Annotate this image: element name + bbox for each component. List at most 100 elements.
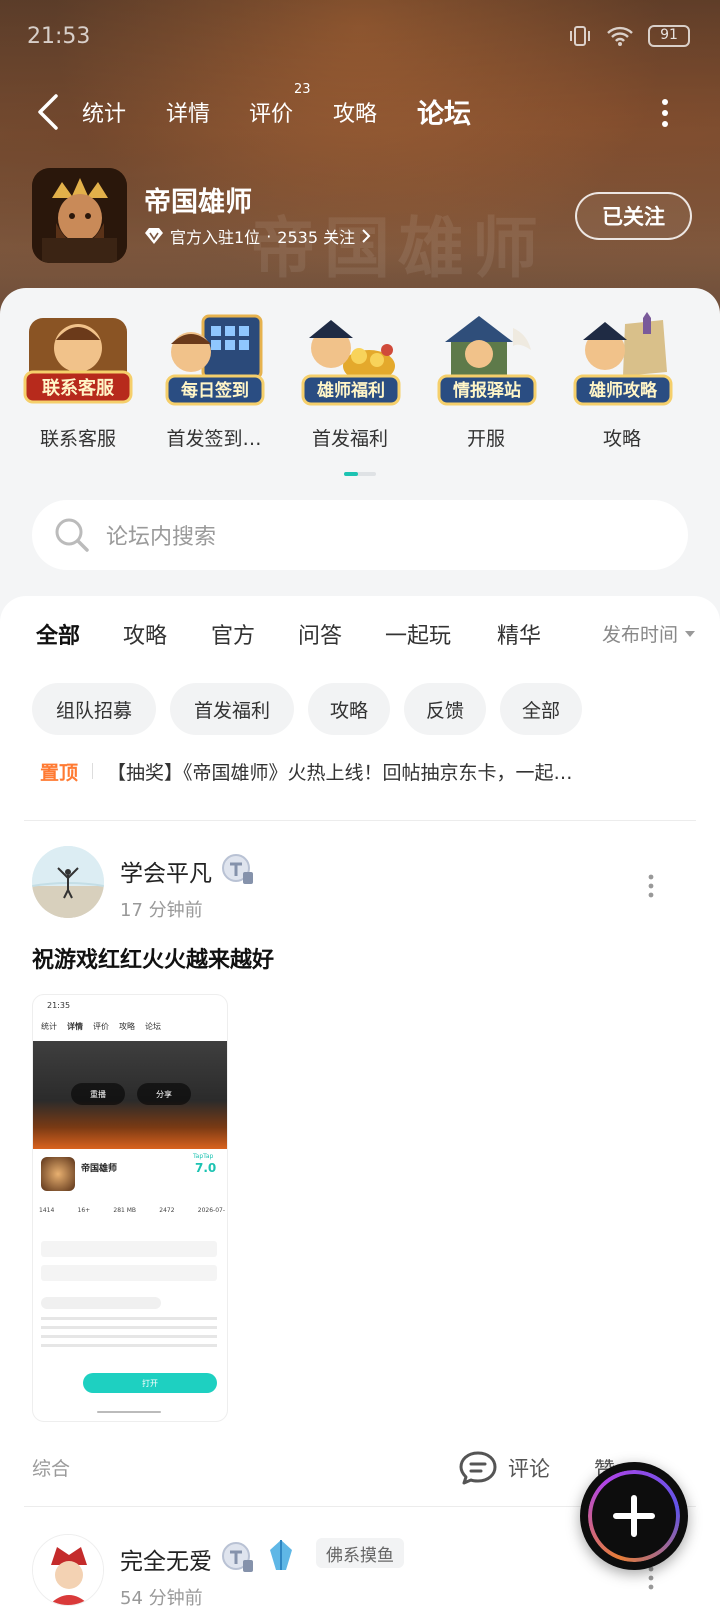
- thumb-tab: 详情: [67, 1022, 83, 1031]
- shortcut-label: 开服: [466, 428, 505, 450]
- game-info: 帝国雄师 官方入驻1位 · 2535 关注 已关注: [32, 168, 692, 264]
- shortcut-badge-text: 情报驿站: [453, 380, 521, 401]
- status-time: 21:53: [27, 24, 91, 49]
- status-icons: 91: [568, 24, 690, 48]
- shortcut-server-open[interactable]: 情报驿站 开服: [416, 310, 556, 451]
- back-arrow-icon[interactable]: [34, 92, 64, 132]
- thumb-banner: 重播 分享: [33, 1041, 227, 1149]
- comment-label: 评论: [508, 1457, 550, 1481]
- thumb-stat: 281 MB: [113, 1207, 137, 1214]
- thumb-activity-row: [41, 1241, 217, 1257]
- thumb-score: 7.0: [195, 1161, 217, 1175]
- divider: [24, 820, 696, 821]
- post-time: 17 分钟前: [120, 900, 203, 921]
- shortcut-label: 首发福利: [311, 428, 388, 450]
- chip-team-recruit[interactable]: 组队招募: [32, 683, 156, 735]
- meta-separator: ·: [266, 226, 272, 246]
- feed-tab-featured[interactable]: 精华: [497, 618, 541, 650]
- level-badge-icon: [222, 1542, 253, 1572]
- pinned-post[interactable]: 置顶 【抽奖】《帝国雄师》火热上线！回帖抽京东卡，一起…: [40, 756, 680, 786]
- diamond-icon: [145, 228, 163, 244]
- pinned-tag: 置顶: [40, 761, 79, 784]
- shortcut-badge-text: 每日签到: [181, 380, 249, 401]
- shortcut-badge-icon: 联系客服: [23, 310, 133, 410]
- shortcut-badge-text: 联系客服: [42, 377, 115, 399]
- feed-tabs: 全部 攻略 官方 问答 一起玩 精华 发布时间: [36, 618, 696, 666]
- avatar[interactable]: [32, 1534, 104, 1606]
- thumb-activity-row: [41, 1265, 217, 1281]
- search-input[interactable]: 论坛内搜索: [106, 519, 216, 551]
- feed-tab-guides[interactable]: 攻略: [123, 618, 167, 650]
- official-count: 官方入驻1位: [170, 228, 261, 247]
- shortcut-badge-icon: 每日签到: [159, 310, 269, 410]
- comment-button[interactable]: 评论: [458, 1450, 550, 1486]
- game-meta[interactable]: 官方入驻1位 · 2535 关注: [144, 224, 371, 248]
- feed-tab-official[interactable]: 官方: [211, 618, 255, 650]
- post-username[interactable]: 学会平凡: [120, 854, 212, 888]
- tab-reviews[interactable]: 评价: [249, 96, 293, 128]
- thumb-open-button: 打开: [83, 1373, 217, 1393]
- thumb-share-button: 分享: [137, 1083, 191, 1105]
- thumb-game-icon: [41, 1157, 75, 1191]
- sort-dropdown[interactable]: 发布时间: [602, 620, 696, 647]
- thumb-stat: 2472: [159, 1207, 175, 1214]
- comment-icon: [459, 1451, 497, 1485]
- shortcut-welfare[interactable]: 雄师福利 首发福利: [280, 310, 420, 451]
- shortcut-pager: [344, 472, 376, 476]
- shortcut-badge-text: 雄师福利: [316, 380, 385, 401]
- chevron-right-icon: [362, 229, 371, 243]
- forum-panel: 联系客服 联系客服 每日签到 首发签到… 雄师福利 首发福利 情报驿站 开服 雄…: [0, 288, 720, 1612]
- chip-guides[interactable]: 攻略: [308, 683, 390, 735]
- status-bar: 21:53 91: [0, 18, 720, 58]
- more-vertical-icon[interactable]: [648, 874, 654, 898]
- level-badge-icon: [222, 854, 253, 884]
- more-vertical-icon[interactable]: [660, 98, 670, 128]
- thumb-tab: 评价: [93, 1022, 109, 1031]
- shortcut-badge-text: 雄师攻略: [588, 380, 658, 401]
- more-vertical-icon[interactable]: [648, 1566, 654, 1590]
- shortcut-label: 攻略: [602, 428, 641, 450]
- post-title[interactable]: 祝游戏红红火火越来越好: [32, 942, 274, 974]
- chip-all[interactable]: 全部: [500, 683, 582, 735]
- thumb-home-indicator: [97, 1411, 161, 1413]
- game-icon[interactable]: [32, 168, 127, 263]
- search-icon: [55, 518, 89, 552]
- follow-button[interactable]: 已关注: [575, 192, 692, 240]
- thumb-game-name: 帝国雄师: [81, 1164, 118, 1174]
- thumb-tab: 论坛: [145, 1022, 161, 1031]
- post-image[interactable]: 21:35 统计 详情 评价 攻略 论坛 重播 分享 帝国雄师 TapTap 7…: [32, 994, 228, 1422]
- shortcut-label: 联系客服: [39, 428, 116, 450]
- thumb-stat: 16+: [77, 1207, 91, 1214]
- user-tag: 佛系摸鱼: [316, 1538, 404, 1568]
- shortcut-row: 联系客服 联系客服 每日签到 首发签到… 雄师福利 首发福利 情报驿站 开服 雄…: [0, 310, 720, 460]
- wifi-icon: [607, 26, 633, 46]
- feed-tab-play-together[interactable]: 一起玩: [385, 618, 451, 650]
- forum-search-bar[interactable]: 论坛内搜索: [32, 500, 688, 570]
- battery-icon: 91: [648, 25, 690, 47]
- shortcut-checkin[interactable]: 每日签到 首发签到…: [144, 310, 284, 451]
- tab-forum[interactable]: 论坛: [417, 92, 471, 133]
- game-title: 帝国雄师: [144, 187, 252, 218]
- caret-down-icon: [685, 630, 695, 637]
- shortcut-guides[interactable]: 雄师攻略 攻略: [552, 310, 692, 451]
- feed-tab-qa[interactable]: 问答: [298, 618, 342, 650]
- shortcut-badge-icon: 雄师福利: [295, 310, 405, 410]
- create-post-button[interactable]: [580, 1462, 688, 1570]
- tab-guides[interactable]: 攻略: [333, 96, 377, 128]
- feed-tab-all[interactable]: 全部: [36, 618, 80, 656]
- chip-feedback[interactable]: 反馈: [404, 683, 486, 735]
- thumb-tags: [41, 1297, 161, 1309]
- tab-details[interactable]: 详情: [166, 96, 210, 128]
- post-category[interactable]: 综合: [32, 1454, 70, 1481]
- tab-stats[interactable]: 统计: [82, 96, 126, 128]
- battery-level: 91: [660, 27, 678, 43]
- chip-launch-welfare[interactable]: 首发福利: [170, 683, 294, 735]
- avatar[interactable]: [32, 846, 104, 918]
- post-feed: 全部 攻略 官方 问答 一起玩 精华 发布时间 组队招募 首发福利 攻略 反馈 …: [0, 596, 720, 1612]
- game-header-banner: 帝国雄师 21:53 91 统计 详情 评价 23 攻略 论坛 帝国雄师 官方入…: [0, 0, 720, 330]
- thumb-description: [41, 1317, 217, 1353]
- vibrate-icon: [570, 26, 590, 46]
- shortcut-customer-service[interactable]: 联系客服 联系客服: [8, 310, 148, 451]
- post-username[interactable]: 完全无爱: [120, 1542, 212, 1576]
- shortcut-badge-icon: 情报驿站: [431, 310, 541, 410]
